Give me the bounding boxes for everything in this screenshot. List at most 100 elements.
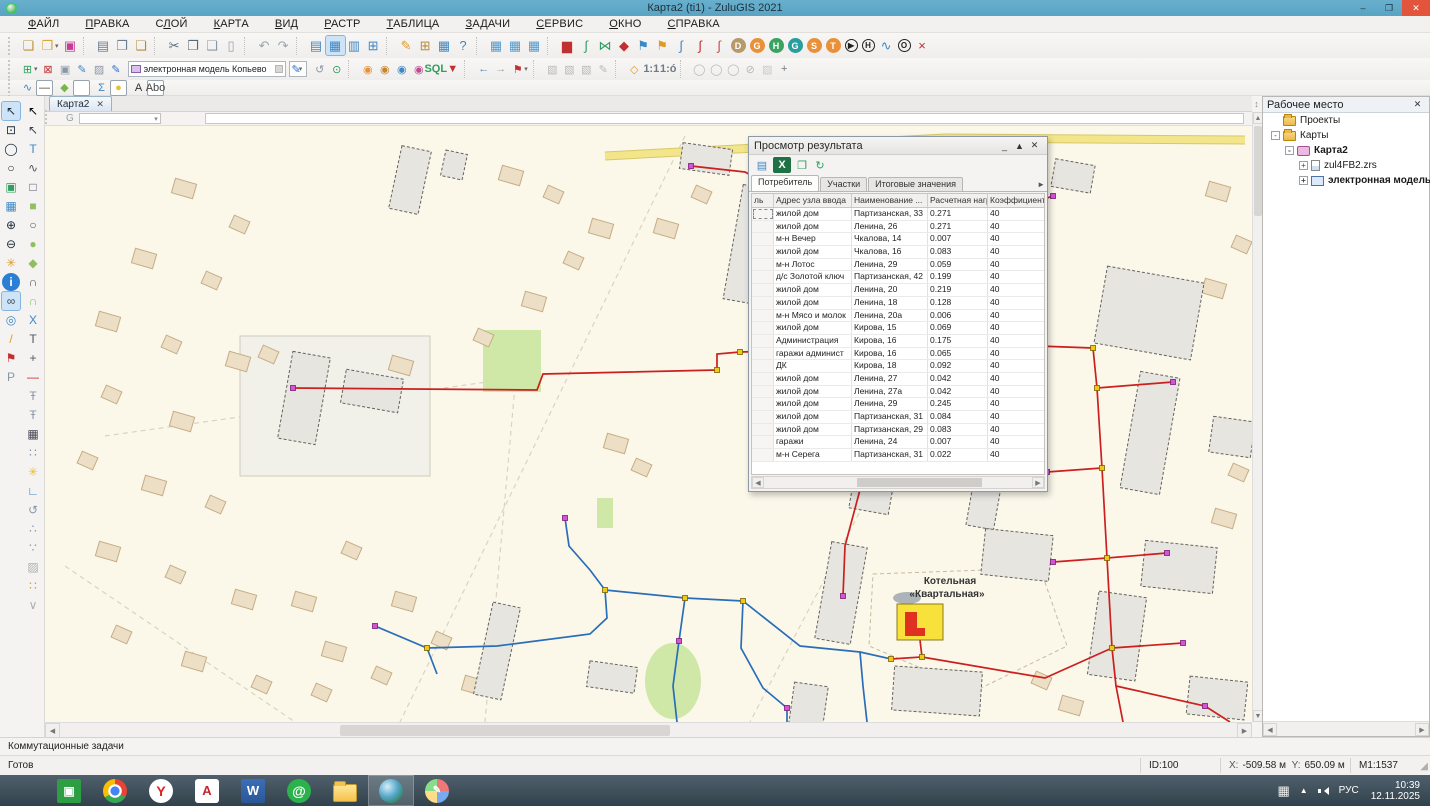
result-print-icon[interactable]: ▤ <box>753 157 771 173</box>
menu-service[interactable]: СЕРВИС <box>536 18 583 30</box>
junction-node[interactable] <box>715 368 720 373</box>
units-icon[interactable]: ◇ <box>626 61 643 77</box>
table-window-tool-icon[interactable]: ▦ <box>2 197 20 215</box>
table-row[interactable]: жилой домЛенина, 260.27140 <box>752 221 1044 234</box>
polygon-sample-swatch[interactable] <box>73 80 90 96</box>
row-selector[interactable] <box>752 411 774 423</box>
row-selector[interactable] <box>752 310 774 322</box>
geosearch-icon[interactable]: ▼ <box>444 61 461 77</box>
curve-draw-icon[interactable]: ∩ <box>24 292 42 310</box>
row-selector[interactable] <box>752 271 774 283</box>
consumer-node[interactable] <box>689 164 694 169</box>
menu-window[interactable]: ОКНО <box>609 18 641 30</box>
row-selector[interactable] <box>752 221 774 233</box>
table-row[interactable]: д/с Золотой ключПартизанская, 420.19940 <box>752 271 1044 284</box>
junction-node[interactable] <box>683 596 688 601</box>
table-row[interactable]: жилой домПартизанская, 290.08340 <box>752 424 1044 437</box>
consumer-node[interactable] <box>1051 194 1056 199</box>
expand-icon[interactable]: + <box>1299 176 1308 185</box>
hydraulic-calc-icon[interactable]: H <box>862 39 875 52</box>
redo-icon[interactable]: ↷ <box>274 36 293 55</box>
menu-edit[interactable]: ПРАВКА <box>85 18 129 30</box>
junction-node[interactable] <box>741 599 746 604</box>
edit-style-icon[interactable]: ✎ <box>397 36 416 55</box>
row-selector[interactable] <box>752 436 774 448</box>
table-row[interactable]: жилой домЛенина, 270.04240 <box>752 373 1044 386</box>
curve-blue-icon[interactable]: ∫ <box>672 36 691 55</box>
consumer-node[interactable] <box>373 624 378 629</box>
text-sample-swatch[interactable]: Abo <box>147 80 164 96</box>
effects-icon[interactable]: ✳ <box>24 463 42 481</box>
play-icon[interactable]: ▶ <box>845 39 858 52</box>
help-icon[interactable]: ? <box>454 36 473 55</box>
tree-item-карта2[interactable]: -Карта2 <box>1263 143 1429 158</box>
filled-rect-draw-icon[interactable]: ■ <box>24 197 42 215</box>
scale-set-icon[interactable]: 1:ó <box>660 61 677 77</box>
layers-dialog-icon[interactable]: ▤ <box>307 36 326 55</box>
switching-icon[interactable]: S <box>807 38 822 53</box>
tree-item-электронная-модель-к[interactable]: +электронная модель К <box>1263 173 1429 188</box>
row-selector[interactable] <box>752 335 774 347</box>
workspace-close-icon[interactable]: ✕ <box>1410 99 1425 110</box>
delete-icon[interactable]: ▯ <box>222 36 241 55</box>
menu-tasks[interactable]: ЗАДАЧИ <box>465 18 510 30</box>
consumer-node[interactable] <box>785 706 790 711</box>
snap-mode-icon[interactable]: + <box>776 61 793 77</box>
ellipse-draw-icon[interactable]: ○ <box>24 216 42 234</box>
vertex-edit-icon[interactable]: ∴ <box>24 520 42 538</box>
row-selector[interactable] <box>752 449 774 461</box>
symbol-sample-swatch[interactable]: ● <box>110 80 127 96</box>
zoom-out-tool-icon[interactable]: ⊖ <box>2 235 20 253</box>
table-row[interactable]: м-н Мясо и молокЛенина, 20а0.00640 <box>752 310 1044 323</box>
result-requery-icon[interactable]: ↻ <box>811 157 829 173</box>
result-tab-3[interactable]: Итоговые значения <box>868 177 963 191</box>
toolbar-grip[interactable] <box>8 79 13 97</box>
topology-exclude-icon[interactable]: ⊘ <box>742 61 759 77</box>
result-tab-2[interactable]: Участки <box>820 177 867 191</box>
active-layer-combobox[interactable]: электронная модель Копьево <box>128 61 286 77</box>
table-row[interactable]: жилой домЛенина, 27а0.04240 <box>752 386 1044 399</box>
row-selector[interactable] <box>752 373 774 385</box>
scrollbar-thumb[interactable] <box>340 725 670 736</box>
table-row[interactable]: жилой домЛенина, 200.21940 <box>752 284 1044 297</box>
table-row[interactable]: жилой домЧкалова, 160.08340 <box>752 246 1044 259</box>
junction-node[interactable] <box>425 646 430 651</box>
table-row[interactable]: жилой домЛенина, 180.12840 <box>752 297 1044 310</box>
zoom-initial-icon[interactable]: ▧ <box>544 61 561 77</box>
consumer-node[interactable] <box>1203 704 1208 709</box>
column-header[interactable]: Адрес узла ввода <box>774 194 852 207</box>
new-document-icon[interactable]: ❏ <box>19 36 38 55</box>
row-selector[interactable] <box>752 233 774 245</box>
table-sync-icon[interactable]: ▦ <box>525 36 544 55</box>
result-excel-icon[interactable]: X <box>773 157 791 173</box>
dialog-title-bar[interactable]: Просмотр результата _ ▲ ✕ <box>749 137 1047 155</box>
collapse-icon[interactable]: - <box>1271 131 1280 140</box>
junction-node[interactable] <box>1110 646 1115 651</box>
gps-icon[interactable]: G <box>788 38 803 53</box>
table-row[interactable]: м-н ЛотосЛенина, 290.05940 <box>752 259 1044 272</box>
consumer-node[interactable] <box>291 386 296 391</box>
consumer-node[interactable] <box>841 594 846 599</box>
taskbar-acrobat-icon[interactable]: A <box>184 775 230 806</box>
topology-union-icon[interactable]: ◯ <box>691 61 708 77</box>
scrollbar-thumb[interactable] <box>1254 126 1262 216</box>
result-export-icon[interactable]: ❐ <box>793 157 811 173</box>
row-selector[interactable] <box>752 424 774 436</box>
map-contents-icon[interactable]: ▦ <box>326 36 345 55</box>
rect-draw-icon[interactable]: □ <box>24 178 42 196</box>
topology-intersect-icon[interactable]: ◯ <box>708 61 725 77</box>
save-icon[interactable]: ▣ <box>61 36 80 55</box>
scroll-right-icon[interactable]: ▶ <box>1415 723 1429 736</box>
switching-tasks-panel[interactable]: Коммутационные задачи <box>0 737 1430 755</box>
taskbar-mailru-icon[interactable]: @ <box>276 775 322 806</box>
thermal-icon[interactable]: T <box>826 38 841 53</box>
group-select-tool-icon[interactable]: P <box>2 368 20 386</box>
collapse-chevron-icon[interactable]: ∨ <box>24 596 42 614</box>
taskbar-paint-icon[interactable]: ✎ <box>414 775 460 806</box>
junction-node[interactable] <box>920 655 925 660</box>
valve-icon[interactable]: ⋈ <box>596 36 615 55</box>
pipes-icon[interactable]: ∫ <box>577 36 596 55</box>
clock[interactable]: 10:39 12.11.2025 <box>1371 780 1420 802</box>
flag-tool-icon[interactable]: ⚑ <box>2 349 20 367</box>
symbol-style-icon[interactable]: Σ <box>93 80 110 96</box>
